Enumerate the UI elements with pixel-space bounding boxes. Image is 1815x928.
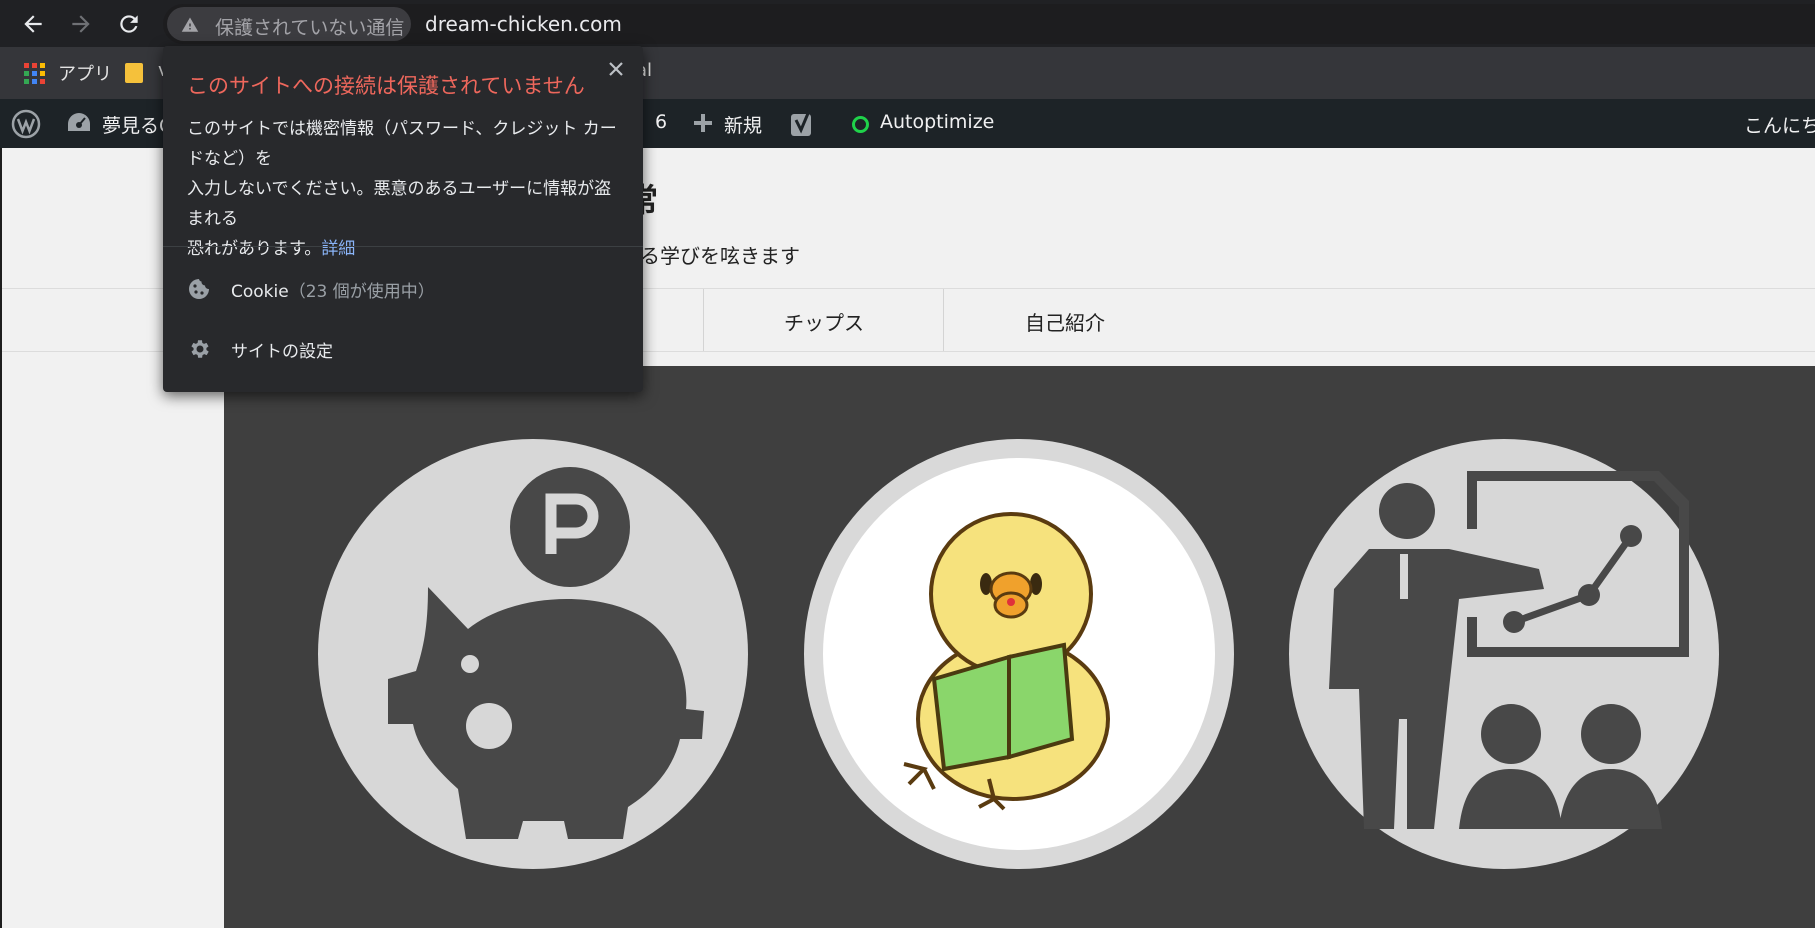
chick-reading-icon[interactable] — [804, 439, 1234, 869]
folder-icon[interactable] — [125, 61, 143, 83]
connection-info-popup: このサイトへの接続は保護されていません このサイトでは機密情報（パスワード、クレ… — [163, 46, 643, 392]
back-arrow-icon — [24, 15, 42, 33]
close-icon[interactable] — [605, 58, 627, 80]
details-link[interactable]: 詳細 — [321, 239, 355, 259]
yoast-seo-icon[interactable] — [790, 110, 816, 138]
security-chip[interactable]: 保護されていない通信 — [167, 7, 411, 41]
dashboard-gauge-icon[interactable] — [66, 111, 92, 135]
cookie-icon — [189, 279, 209, 299]
cookie-count: （23 個が使用中） — [288, 282, 435, 302]
site-settings-row[interactable]: サイトの設定 — [187, 334, 617, 364]
cookie-label: Cookie — [231, 282, 289, 302]
browser-toolbar: 保護されていない通信 dream-chicken.com — [0, 0, 1815, 47]
warning-icon — [181, 17, 199, 32]
updates-count[interactable]: 6 — [655, 111, 667, 133]
nav-item-tips[interactable]: チップス — [784, 307, 864, 336]
reload-button[interactable] — [112, 7, 146, 41]
wordpress-logo-icon[interactable] — [11, 109, 41, 139]
autoptimize-link[interactable]: Autoptimize — [880, 111, 994, 133]
forward-button[interactable] — [64, 7, 98, 41]
nav-item-profile[interactable]: 自己紹介 — [1025, 307, 1105, 336]
url-text[interactable]: dream-chicken.com — [425, 12, 622, 36]
plus-icon[interactable] — [693, 113, 713, 133]
popup-message-line: 入力しないでください。悪意のあるユーザーに情報が盗まれる — [187, 179, 612, 229]
gear-icon — [191, 340, 209, 358]
apps-grid-icon[interactable] — [24, 63, 45, 84]
nav-divider — [943, 289, 944, 351]
popup-message: このサイトでは機密情報（パスワード、クレジット カードなど）を 入力しないでくだ… — [187, 114, 627, 264]
nav-divider — [703, 289, 704, 351]
reload-icon — [120, 15, 138, 33]
hero-area — [224, 366, 1815, 928]
back-button[interactable] — [16, 7, 50, 41]
bookmark-apps[interactable]: アプリ — [58, 60, 112, 86]
site-name-link[interactable]: 夢見るC — [102, 111, 172, 138]
presentation-icon[interactable] — [1289, 439, 1719, 869]
cookie-label-wrap: Cookie（23 個が使用中） — [231, 277, 435, 302]
piggy-bank-icon[interactable] — [318, 439, 748, 869]
account-greeting[interactable]: こんにち — [1744, 111, 1815, 138]
popup-message-line: このサイトでは機密情報（パスワード、クレジット カードなど）を — [187, 119, 617, 169]
site-tagline: る学びを呟きます — [640, 244, 800, 268]
forward-arrow-icon — [72, 15, 90, 33]
cookie-row[interactable]: Cookie（23 個が使用中） — [187, 274, 617, 304]
address-bar[interactable]: 保護されていない通信 dream-chicken.com — [163, 4, 1815, 44]
autoptimize-status-icon — [852, 116, 869, 133]
security-chip-label: 保護されていない通信 — [215, 17, 405, 39]
page-edge — [0, 148, 2, 928]
new-content-link[interactable]: 新規 — [724, 111, 762, 138]
popup-message-line: 恐れがあります。 — [187, 239, 322, 259]
popup-title: このサイトへの接続は保護されていません — [187, 74, 585, 98]
site-settings-label: サイトの設定 — [231, 342, 333, 362]
popup-divider — [163, 246, 643, 247]
